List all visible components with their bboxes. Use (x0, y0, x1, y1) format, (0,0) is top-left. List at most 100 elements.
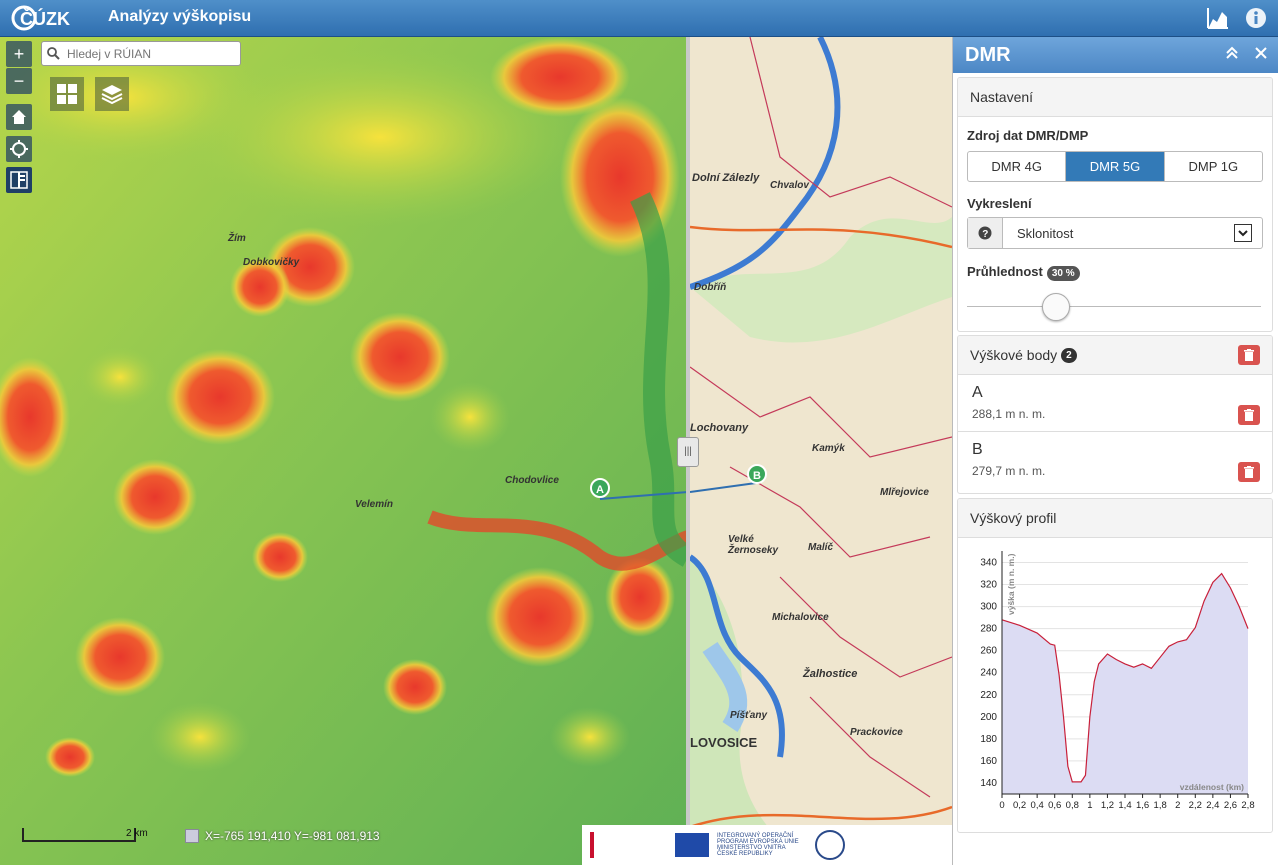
place-label: Lochovany (690, 422, 749, 434)
x-tick-label: 1 (1087, 800, 1092, 811)
swipe-handle[interactable]: ||| (677, 437, 699, 467)
x-tick-label: 2,8 (1241, 800, 1254, 811)
y-tick-label: 160 (980, 756, 997, 767)
render-value: Sklonitost (1017, 225, 1074, 241)
elevation-profile-chart: 140 160 180 200 220 240 260 280 300 320 340 0 0,2 0,4… (980, 551, 1255, 811)
svg-text:ČÚZK: ČÚZK (20, 8, 70, 29)
basemap-grid-icon[interactable] (50, 77, 84, 111)
close-icon[interactable] (1255, 46, 1267, 63)
help-icon[interactable]: ? (968, 218, 1003, 248)
place-label: Dobříň (694, 282, 727, 293)
render-select[interactable]: ? Sklonitost (967, 217, 1263, 249)
logos-text: INTEGROVANÝ OPERAČNÍ PROGRAM EVROPSKÁ UN… (717, 833, 799, 857)
svg-text:B: B (753, 470, 761, 482)
source-selector: DMR 4G DMR 5G DMP 1G (967, 151, 1263, 182)
place-label: Chvalov (770, 180, 809, 191)
elevation-profile-card: Výškový profil 140 160 180 200 220 240 260 280 3… (957, 498, 1273, 833)
iop-logo (590, 832, 667, 858)
place-label: Dolní Zálezly (692, 172, 760, 184)
delete-all-points-button[interactable] (1238, 345, 1260, 365)
swipe-compare-icon[interactable] (6, 167, 32, 193)
place-label: Michalovice (772, 612, 829, 623)
topo-map-view[interactable]: B Dolní Zálezly Chvalov Dobříň Lochovany… (690, 37, 952, 865)
opacity-slider-handle[interactable] (1042, 293, 1071, 321)
source-option-dmp1g[interactable]: DMP 1G (1165, 152, 1262, 181)
y-tick-label: 300 (980, 602, 997, 613)
place-label: Prackovice (850, 727, 903, 738)
place-label: Velemín (355, 499, 393, 510)
point-row-a: A 288,1 m n. m. (958, 375, 1272, 432)
scale-label: 2 km (126, 828, 148, 839)
x-tick-label: 0 (999, 800, 1004, 811)
source-option-dmr5g[interactable]: DMR 5G (1066, 152, 1165, 181)
info-icon[interactable] (1244, 6, 1268, 30)
place-label: Malíč (808, 542, 834, 553)
opacity-slider-track[interactable] (967, 306, 1261, 307)
eu-logos-bar: INTEGROVANÝ OPERAČNÍ PROGRAM EVROPSKÁ UN… (582, 825, 952, 865)
x-tick-label: 2,2 (1189, 800, 1202, 811)
place-label: Žalhostice (803, 668, 858, 680)
x-tick-label: 1,2 (1101, 800, 1114, 811)
y-tick-label: 320 (980, 580, 997, 591)
x-tick-label: 2,4 (1206, 800, 1219, 811)
y-tick-label: 340 (980, 558, 997, 569)
height-points-heading: Výškové body 2 (958, 336, 1272, 375)
search-icon (47, 47, 60, 60)
zoom-out-button[interactable]: − (6, 68, 32, 94)
x-tick-label: 2 (1175, 800, 1180, 811)
eu-flag-logo (675, 833, 709, 857)
x-tick-label: 0,2 (1013, 800, 1026, 811)
place-label: Chodovlice (505, 475, 559, 486)
place-label: Píšťany (730, 710, 768, 721)
marker-a[interactable]: A (590, 478, 610, 498)
render-label: Vykreslení (967, 196, 1032, 211)
y-tick-label: 220 (980, 690, 997, 701)
x-tick-label: 1,8 (1154, 800, 1167, 811)
elevation-profile-icon[interactable] (1206, 6, 1230, 30)
app-header: ČÚZK Analýzy výškopisu (0, 0, 1278, 37)
point-elevation: 288,1 m n. m. (972, 407, 1046, 421)
panel-title: DMR (965, 43, 1011, 66)
delete-point-button[interactable] (1238, 462, 1260, 482)
delete-point-button[interactable] (1238, 405, 1260, 425)
x-tick-label: 0,8 (1066, 800, 1079, 811)
points-count-badge: 2 (1061, 347, 1077, 363)
y-tick-label: 200 (980, 712, 997, 723)
y-tick-label: 180 (980, 734, 997, 745)
home-icon[interactable] (6, 104, 32, 130)
marker-b[interactable]: B (747, 464, 767, 484)
x-tick-label: 1,4 (1118, 800, 1131, 811)
y-tick-label: 260 (980, 646, 997, 657)
coordinate-text: X=-765 191,410 Y=-981 081,913 (205, 829, 380, 843)
chevron-down-icon[interactable] (1234, 224, 1252, 242)
layers-icon[interactable] (95, 77, 129, 111)
ministry-seal-logo (815, 830, 845, 860)
y-tick-label: 240 (980, 668, 997, 679)
zoom-in-button[interactable]: + (6, 41, 32, 67)
coordinate-icon (185, 829, 199, 843)
dmr-panel: DMR Nastavení Zdroj dat DMR/DMP DMR 4G D… (952, 37, 1278, 865)
ruian-search-box[interactable] (41, 41, 241, 66)
place-label: Kamýk (812, 443, 845, 454)
x-tick-label: 2,6 (1224, 800, 1237, 811)
source-label: Zdroj dat DMR/DMP (967, 128, 1089, 143)
slope-map-view[interactable]: A Žím Dobkovičky Velemín Chodovlice (0, 37, 688, 865)
point-name: B (972, 441, 983, 458)
search-input[interactable] (65, 45, 239, 62)
x-tick-label: 0,6 (1048, 800, 1061, 811)
place-label: Mlřejovice (880, 487, 929, 498)
locate-icon[interactable] (6, 136, 32, 162)
collapse-icon[interactable] (1225, 46, 1239, 64)
settings-heading: Nastavení (958, 78, 1272, 117)
x-tick-label: 1,6 (1136, 800, 1149, 811)
place-label: LOVOSICE (690, 735, 758, 750)
y-tick-label: 140 (980, 778, 997, 789)
cuzk-logo[interactable]: ČÚZK (10, 4, 96, 32)
point-elevation: 279,7 m n. m. (972, 464, 1046, 478)
source-option-dmr4g[interactable]: DMR 4G (968, 152, 1067, 181)
y-tick-label: 280 (980, 624, 997, 635)
coordinate-readout: X=-765 191,410 Y=-981 081,913 (185, 829, 380, 843)
place-label: Žím (228, 233, 246, 244)
opacity-badge: 30 % (1046, 266, 1080, 281)
settings-card: Nastavení Zdroj dat DMR/DMP DMR 4G DMR 5… (957, 77, 1273, 332)
